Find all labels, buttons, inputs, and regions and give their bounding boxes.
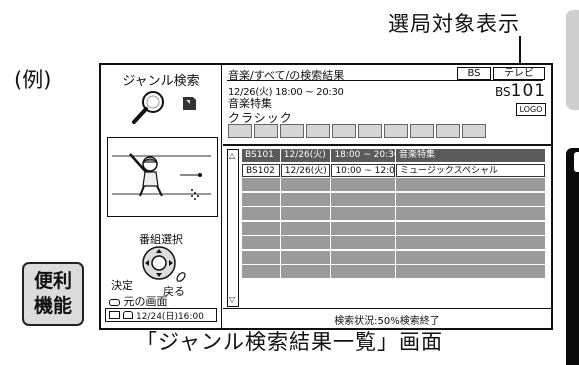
genre-swatch[interactable] — [384, 124, 408, 138]
result-cell-date: 12/26(火) — [280, 149, 331, 162]
empty-result-cell — [396, 236, 545, 249]
result-cell-time: 10:00 ~ 12:00 — [331, 163, 396, 177]
empty-result-cell — [396, 221, 545, 235]
empty-result-cell — [242, 250, 280, 264]
station-logo: LOGO — [516, 103, 546, 116]
annotation-leader-line — [519, 36, 521, 64]
result-row[interactable]: BS101 12/26(火) 18:00 ~ 20:30 音楽特集 — [242, 149, 546, 162]
genre-swatch[interactable] — [254, 124, 278, 138]
empty-result-row[interactable] — [242, 221, 546, 235]
empty-result-cell — [396, 192, 545, 206]
status-divider — [223, 308, 551, 310]
genre-search-title: ジャンル検索 — [122, 74, 200, 89]
genre-swatch[interactable] — [332, 124, 356, 138]
datetime-strip: 12/24(日)16:00 — [105, 308, 217, 322]
empty-result-cell — [280, 192, 331, 206]
baseball-player-illustration — [112, 153, 211, 200]
empty-result-cell — [331, 236, 396, 249]
genre-swatch[interactable] — [358, 124, 382, 138]
result-cell-title: ミュージックスペシャル — [396, 163, 545, 177]
magnifier-icon — [132, 91, 164, 124]
screen-caption: 「ジャンル検索結果一覧」画面 — [136, 330, 443, 354]
empty-result-cell — [331, 207, 396, 220]
genre-swatch[interactable] — [306, 124, 330, 138]
result-cell-title: 音楽特集 — [396, 149, 545, 162]
benri-line-1: 便利 — [33, 270, 72, 292]
genre-swatch[interactable] — [280, 124, 304, 138]
empty-result-cell — [280, 265, 331, 278]
current-datetime: 12/24(日)16:00 — [136, 311, 204, 322]
empty-result-cell — [280, 236, 331, 249]
section-divider — [223, 144, 551, 146]
bs-band-tab[interactable]: BS — [457, 67, 491, 80]
result-cell-date: 12/26(火) — [280, 163, 331, 177]
result-row[interactable]: BS102 12/26(火) 10:00 ~ 12:00 ミュージックスペシャル — [242, 163, 546, 177]
mail-icon — [109, 311, 120, 319]
return-screen-label: 元の画面 — [109, 293, 168, 309]
channel-digits: 101 — [510, 81, 547, 101]
empty-result-cell — [242, 265, 280, 278]
empty-result-cell — [331, 178, 396, 191]
genre-swatch[interactable] — [410, 124, 434, 138]
empty-result-row[interactable] — [242, 265, 546, 278]
scroll-up-icon[interactable]: △ — [229, 152, 235, 160]
empty-result-cell — [331, 265, 396, 278]
empty-result-row[interactable] — [242, 207, 546, 220]
tv-type-tab[interactable]: テレビ — [493, 67, 545, 80]
exit-button-icon — [109, 298, 120, 306]
target-display-annotation: 選局対象表示 — [388, 12, 520, 36]
phone-icon — [123, 311, 133, 319]
empty-result-cell — [396, 250, 545, 264]
genre-swatch-row — [228, 124, 486, 138]
empty-result-row[interactable] — [242, 250, 546, 264]
genre-swatch[interactable] — [436, 124, 460, 138]
empty-result-row[interactable] — [242, 192, 546, 206]
empty-result-cell — [331, 192, 396, 206]
document-icon — [183, 97, 196, 110]
empty-result-cell — [242, 207, 280, 220]
empty-result-cell — [396, 207, 545, 220]
empty-result-cell — [242, 221, 280, 235]
result-cell-time: 18:00 ~ 20:30 — [331, 149, 396, 162]
empty-result-cell — [396, 178, 545, 191]
list-scrollbar[interactable]: △ ▽ — [227, 149, 239, 307]
empty-result-row[interactable] — [242, 178, 546, 191]
page-side-tab — [566, 10, 579, 110]
empty-result-cell — [242, 178, 280, 191]
empty-result-cell — [396, 265, 545, 278]
back-button-icon — [176, 272, 186, 282]
channel-band: BS — [495, 85, 511, 99]
result-cell-ch: BS102 — [242, 163, 280, 177]
benri-line-2: 機能 — [33, 295, 72, 317]
empty-result-cell — [280, 250, 331, 264]
empty-result-cell — [331, 250, 396, 264]
enter-label: 決定 — [111, 279, 133, 292]
genre-swatch[interactable] — [228, 124, 252, 138]
page-side-bar — [566, 148, 579, 365]
example-label: (例) — [14, 68, 52, 92]
result-cell-ch: BS101 — [242, 149, 280, 162]
empty-result-cell — [331, 221, 396, 235]
channel-number: BS101 — [495, 81, 546, 101]
return-screen-text: 元の画面 — [123, 295, 168, 308]
program-thumbnail — [107, 137, 218, 217]
page-side-notch — [574, 152, 579, 172]
scroll-down-icon[interactable]: ▽ — [229, 296, 235, 304]
empty-result-row[interactable] — [242, 236, 546, 249]
dpad-icon — [142, 246, 176, 280]
benri-kinou-badge: 便利 機能 — [22, 262, 84, 326]
results-list: BS101 12/26(火) 18:00 ~ 20:30 音楽特集 BS102 12/26… — [242, 149, 546, 280]
tv-screen: ジャンル検索 番組選択 決定 戻る 元の画面 12/24(日)16:00 音楽/… — [99, 63, 553, 330]
left-panel: ジャンル検索 番組選択 決定 戻る 元の画面 12/24(日)16:00 — [101, 65, 222, 328]
empty-result-cell — [280, 207, 331, 220]
empty-result-cell — [280, 178, 331, 191]
genre-swatch[interactable] — [462, 124, 486, 138]
right-panel: 音楽/すべて/の検索結果 BS テレビ 12/26(火) 18:00 ~ 20:… — [223, 65, 551, 328]
empty-result-cell — [242, 236, 280, 249]
empty-result-cell — [280, 221, 331, 235]
empty-result-cell — [242, 192, 280, 206]
search-status: 検索状況:50%検索終了 — [334, 316, 440, 327]
